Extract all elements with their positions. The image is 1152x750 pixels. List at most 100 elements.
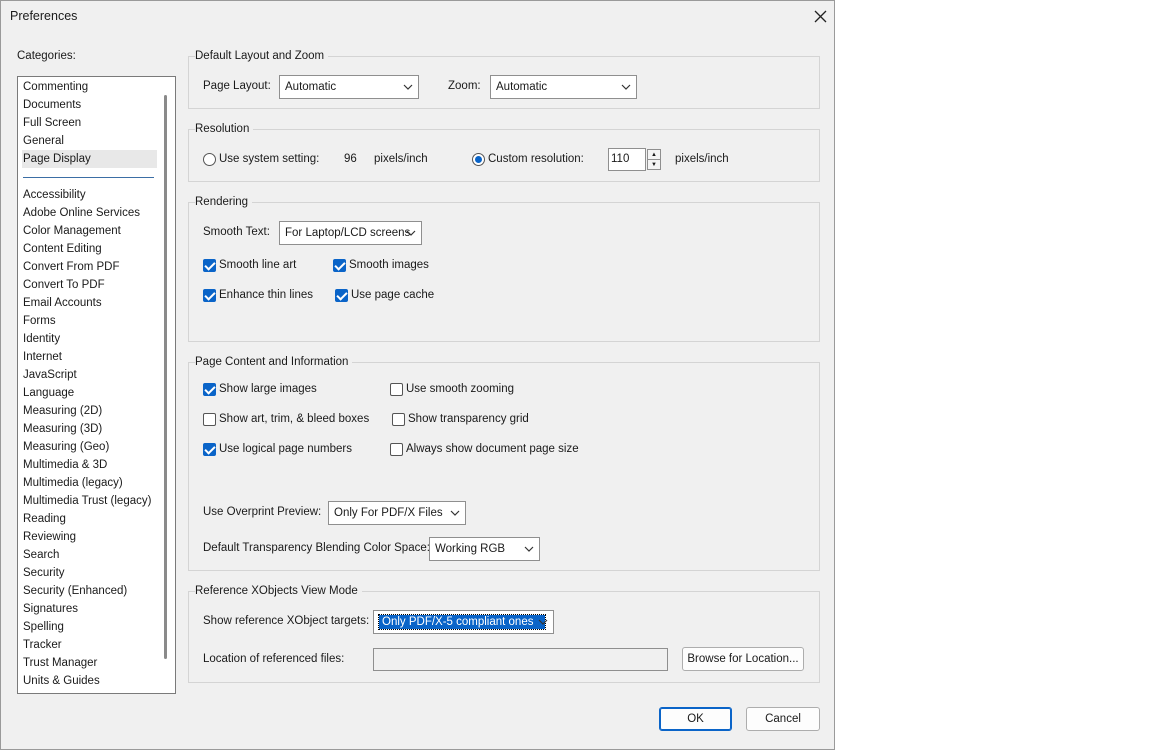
chevron-down-icon [524,546,534,552]
custom-resolution-label: Custom resolution: [488,153,584,165]
chevron-down-icon [621,84,631,90]
category-item[interactable]: Page Display [22,150,157,168]
category-item[interactable]: Forms [22,312,157,330]
zoom-dropdown[interactable]: Automatic [490,75,637,99]
xobjects-title: Reference XObjects View Mode [195,585,362,597]
blend-space-label: Default Transparency Blending Color Spac… [203,542,430,554]
system-setting-radio[interactable] [203,153,216,166]
overprint-value: Only For PDF/X Files [334,507,443,519]
category-item[interactable]: Reviewing [22,528,157,546]
blend-space-dropdown[interactable]: Working RGB [429,537,540,561]
list-scrollbar[interactable] [164,95,167,659]
location-label: Location of referenced files: [203,653,345,665]
list-separator [23,177,154,178]
window-title: Preferences [10,9,78,23]
show-transparency-grid-label: Show transparency grid [408,413,529,425]
use-page-cache-label: Use page cache [351,289,435,301]
show-large-images-checkbox[interactable] [203,383,216,396]
preferences-dialog: Preferences Categories: Commenting Docume… [0,0,835,750]
category-item[interactable]: General [22,132,157,150]
custom-resolution-input[interactable]: 110 [608,148,646,171]
category-item[interactable]: Measuring (2D) [22,402,157,420]
stepper-down-icon[interactable]: ▼ [647,159,661,170]
custom-resolution-unit: pixels/inch [675,153,729,165]
category-item[interactable]: Content Editing [22,240,157,258]
category-item[interactable]: Multimedia & 3D [22,456,157,474]
rendering-title: Rendering [195,196,253,208]
page-layout-dropdown[interactable]: Automatic [279,75,419,99]
smooth-text-value: For Laptop/LCD screens [285,227,411,239]
resolution-stepper: ▲ ▼ [647,149,661,171]
custom-resolution-radio[interactable] [472,153,485,166]
show-transparency-grid-checkbox[interactable] [392,413,405,426]
show-art-trim-checkbox[interactable] [203,413,216,426]
resolution-title: Resolution [195,123,254,135]
blend-space-value: Working RGB [435,543,506,555]
xobject-targets-dropdown[interactable]: Only PDF/X-5 compliant ones [373,610,554,634]
smooth-text-label: Smooth Text: [203,226,270,238]
category-item[interactable]: Security [22,564,157,582]
show-art-trim-label: Show art, trim, & bleed boxes [219,413,370,425]
zoom-label: Zoom: [448,80,481,92]
category-item[interactable]: Signatures [22,600,157,618]
ok-button[interactable]: OK [659,707,732,731]
category-item[interactable]: Accessibility [22,186,157,204]
close-icon[interactable] [809,5,831,27]
category-item[interactable]: Multimedia Trust (legacy) [22,492,157,510]
system-setting-unit: pixels/inch [374,153,428,165]
system-setting-label: Use system setting: [219,153,320,165]
page-layout-value: Automatic [285,81,337,93]
use-smooth-zooming-label: Use smooth zooming [406,383,515,395]
smooth-images-checkbox[interactable] [333,259,346,272]
category-item[interactable]: Documents [22,96,157,114]
category-item[interactable]: Units & Guides [22,672,157,690]
location-field[interactable] [373,648,668,671]
chevron-down-icon [450,510,460,516]
category-item[interactable]: Spelling [22,618,157,636]
xobject-targets-label: Show reference XObject targets: [203,615,370,627]
always-show-doc-size-label: Always show document page size [406,443,579,455]
smooth-line-art-checkbox[interactable] [203,259,216,272]
browse-location-button[interactable]: Browse for Location... [682,647,804,671]
category-item[interactable]: Tracker [22,636,157,654]
enhance-thin-lines-checkbox[interactable] [203,289,216,302]
smooth-text-dropdown[interactable]: For Laptop/LCD screens [279,221,422,245]
custom-resolution-value: 110 [611,153,630,165]
category-item[interactable]: Full Screen [22,114,157,132]
smooth-line-art-label: Smooth line art [219,259,297,271]
category-item[interactable]: Internet [22,348,157,366]
use-page-cache-checkbox[interactable] [335,289,348,302]
category-item[interactable]: JavaScript [22,366,157,384]
page-layout-label: Page Layout: [203,80,271,92]
category-item[interactable]: Reading [22,510,157,528]
category-item[interactable]: Security (Enhanced) [22,582,157,600]
overprint-dropdown[interactable]: Only For PDF/X Files [328,501,466,525]
category-item[interactable]: Email Accounts [22,294,157,312]
category-item[interactable]: Search [22,546,157,564]
use-smooth-zooming-checkbox[interactable] [390,383,403,396]
category-item[interactable]: Commenting [22,78,157,96]
chevron-down-icon [406,230,416,236]
category-item[interactable]: Language [22,384,157,402]
use-logical-page-numbers-checkbox[interactable] [203,443,216,456]
xobject-targets-value: Only PDF/X-5 compliant ones [377,614,547,630]
category-item[interactable]: Measuring (Geo) [22,438,157,456]
category-item[interactable]: Measuring (3D) [22,420,157,438]
category-item[interactable]: Convert From PDF [22,258,157,276]
overprint-label: Use Overprint Preview: [203,506,322,518]
category-item[interactable]: Identity [22,330,157,348]
layout-zoom-title: Default Layout and Zoom [195,50,329,62]
system-setting-value: 96 [344,153,357,165]
chevron-down-icon [538,619,548,625]
category-item[interactable]: Convert To PDF [22,276,157,294]
zoom-value: Automatic [496,81,548,93]
category-item[interactable]: Trust Manager [22,654,157,672]
page-content-title: Page Content and Information [195,356,353,368]
always-show-doc-size-checkbox[interactable] [390,443,403,456]
show-large-images-label: Show large images [219,383,317,395]
smooth-images-label: Smooth images [349,259,429,271]
cancel-button[interactable]: Cancel [746,707,820,731]
category-item[interactable]: Adobe Online Services [22,204,157,222]
category-item[interactable]: Multimedia (legacy) [22,474,157,492]
category-item[interactable]: Color Management [22,222,157,240]
